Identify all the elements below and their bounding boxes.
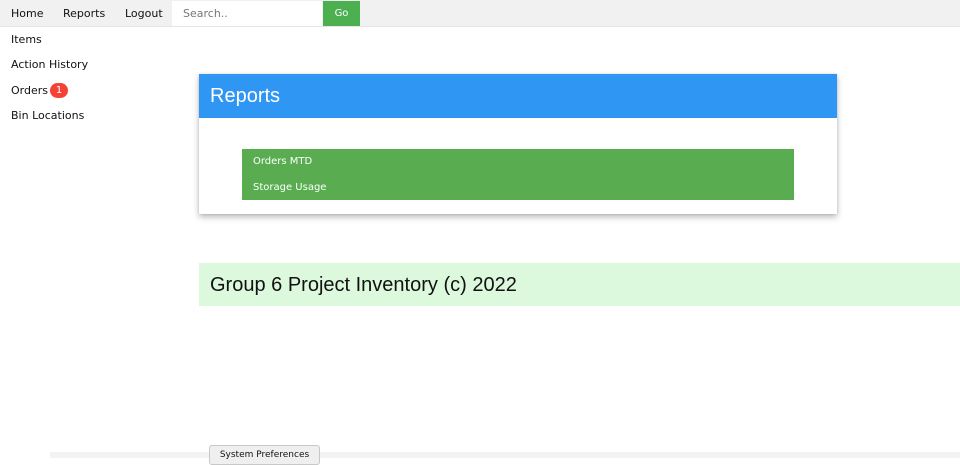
bottom-strip [50,452,960,458]
footer-text: Group 6 Project Inventory (c) 2022 [210,274,517,296]
reports-card-title: Reports [210,85,281,107]
search-input[interactable] [172,1,322,26]
sidebar-item-bin-locations[interactable]: Bin Locations [11,109,84,123]
orders-count-badge: 1 [50,83,68,98]
go-button[interactable]: Go [323,1,360,26]
report-link-storage-usage[interactable]: Storage Usage [253,181,326,194]
system-preferences-button[interactable]: System Preferences [209,445,320,465]
sidebar-item-orders[interactable]: Orders [11,84,48,98]
sidebar-item-action-history[interactable]: Action History [11,58,88,72]
report-list: Orders MTD Storage Usage [242,149,794,200]
reports-card: Reports Orders MTD Storage Usage [199,74,837,214]
nav-link-reports[interactable]: Reports [63,0,105,27]
reports-card-header: Reports [199,74,837,118]
report-link-orders-mtd[interactable]: Orders MTD [253,155,312,168]
sidebar-item-items[interactable]: Items [11,33,42,47]
top-nav-bar: Home Reports Logout Go [0,0,960,27]
nav-link-home[interactable]: Home [11,0,43,27]
nav-link-logout[interactable]: Logout [125,0,163,27]
footer-banner: Group 6 Project Inventory (c) 2022 [199,263,960,306]
